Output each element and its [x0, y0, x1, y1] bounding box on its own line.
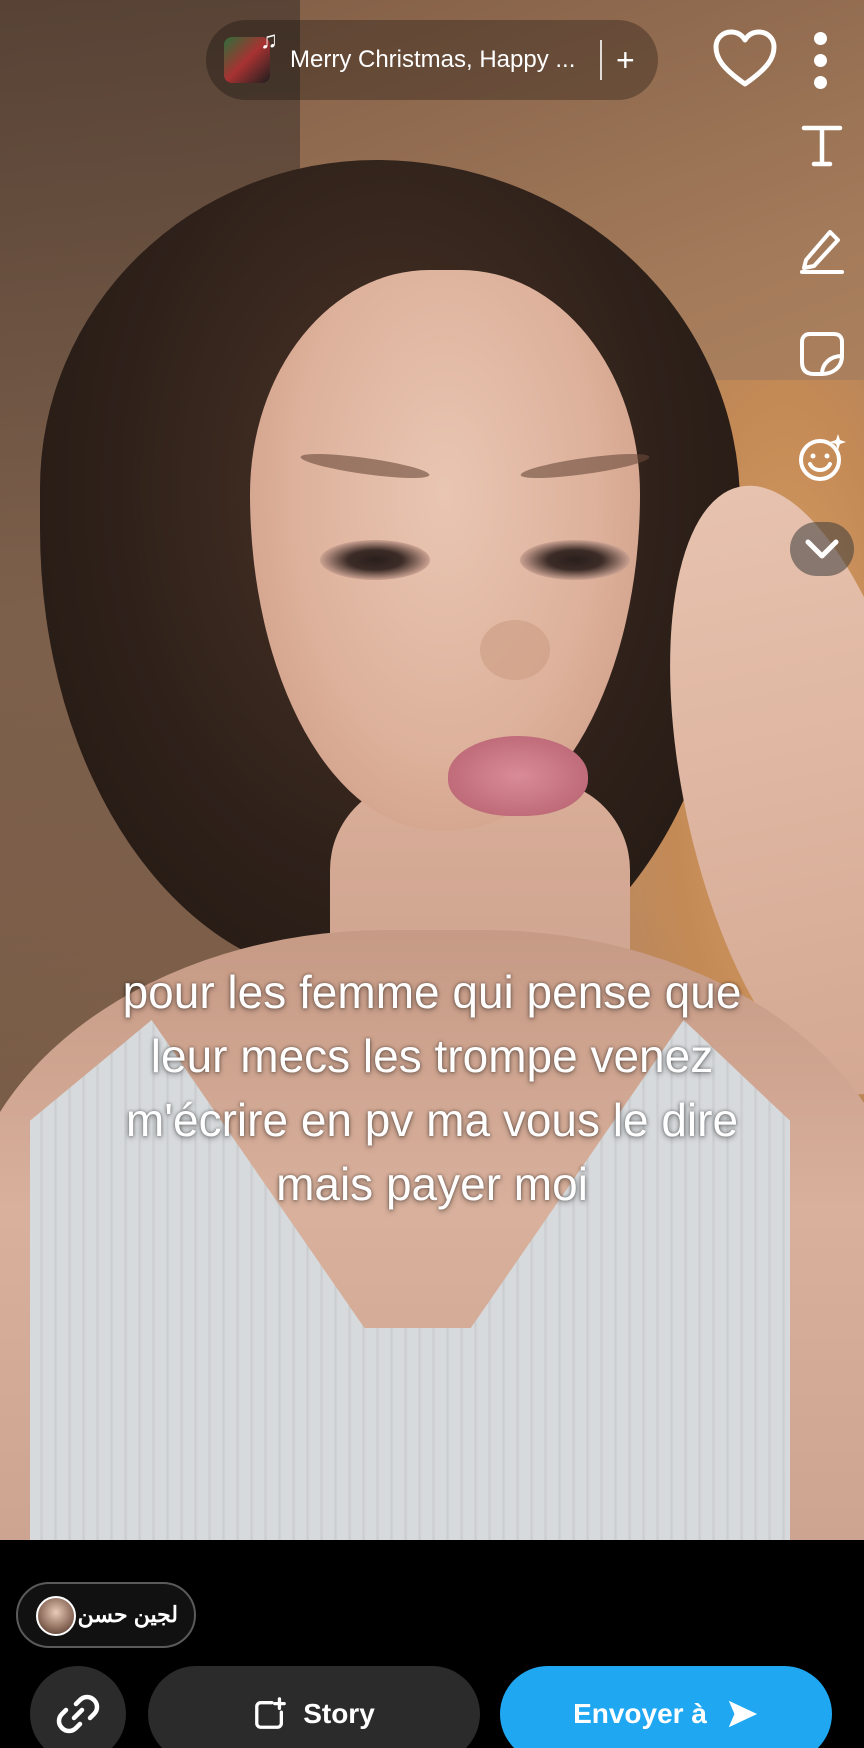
text-icon[interactable] — [796, 118, 848, 170]
emoji-sparkle-icon[interactable] — [796, 432, 848, 484]
snap-preview-screen: pour les femme qui pense que leur mecs l… — [0, 0, 864, 1748]
chevron-down-icon — [805, 539, 839, 559]
add-music-button[interactable]: + — [616, 42, 635, 79]
more-icon[interactable] — [810, 30, 832, 90]
send-arrow-icon — [728, 1700, 758, 1728]
story-add-icon — [255, 1697, 287, 1729]
music-sticker[interactable]: ♫ Merry Christmas, Happy ... + — [206, 20, 658, 100]
send-label: Envoyer à — [573, 1698, 707, 1729]
recipient-chip[interactable]: لجين حسن — [16, 1582, 196, 1648]
pencil-icon[interactable] — [796, 222, 848, 274]
recipient-name: لجين حسن — [77, 1602, 178, 1627]
heart-icon[interactable] — [712, 28, 778, 90]
caption-text[interactable]: pour les femme qui pense que leur mecs l… — [40, 960, 824, 1216]
sticker-icon[interactable] — [796, 328, 848, 380]
music-title: Merry Christmas, Happy ... — [290, 46, 576, 73]
snap-photo — [0, 0, 864, 1540]
send-to-button[interactable]: Envoyer à — [500, 1666, 832, 1748]
music-note-icon: ♫ — [260, 27, 278, 54]
avatar — [36, 1596, 76, 1636]
story-label: Story — [303, 1698, 375, 1729]
expand-tools-button[interactable] — [790, 522, 854, 576]
story-button[interactable]: Story — [148, 1666, 480, 1748]
album-art: ♫ — [224, 27, 278, 83]
divider — [600, 40, 602, 80]
link-icon — [56, 1694, 100, 1734]
